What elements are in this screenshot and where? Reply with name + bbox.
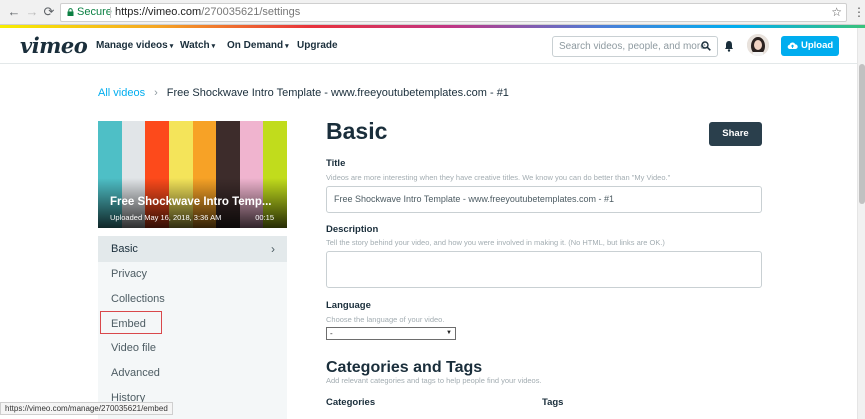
breadcrumb: All videos › Free Shockwave Intro Template… <box>98 87 509 99</box>
categories-help: Add relevant categories and tags to help… <box>326 376 542 385</box>
video-duration: 00:15 <box>255 213 274 222</box>
menu-item-collections[interactable]: Collections <box>98 286 287 312</box>
tags-label: Tags <box>542 397 564 408</box>
nav-upgrade[interactable]: Upgrade <box>297 40 338 51</box>
nav-on-demand[interactable]: On Demand ▾ <box>227 40 289 51</box>
browser-menu-icon[interactable]: ⋮ <box>853 5 865 19</box>
nav-manage-videos[interactable]: Manage videos ▾ <box>96 40 173 51</box>
bookmark-star-icon[interactable]: ☆ <box>831 4 842 21</box>
vimeo-logo[interactable]: vimeo <box>20 33 88 58</box>
search-icon[interactable] <box>701 41 711 51</box>
address-bar[interactable]: Secure https://vimeo.com/270035621/setti… <box>60 3 847 22</box>
nav-label: Watch <box>180 40 210 51</box>
site-header: vimeo Manage videos ▾ Watch ▾ On Demand ▾ U… <box>0 28 865 64</box>
url-host: https://vimeo.com <box>115 6 202 18</box>
embed-highlight-box <box>100 311 162 334</box>
language-select[interactable]: - ▼ <box>326 327 456 340</box>
language-label: Language <box>326 300 371 311</box>
title-help: Videos are more interesting when they ha… <box>326 173 671 182</box>
video-thumbnail[interactable]: Free Shockwave Intro Temp... Uploaded Ma… <box>98 121 287 228</box>
upload-label: Upload <box>801 40 834 51</box>
language-help: Choose the language of your video. <box>326 315 445 324</box>
avatar-image <box>747 34 769 56</box>
browser-toolbar: ← → ⟳ Secure https://vimeo.com/270035621… <box>0 0 865 25</box>
nav-label: Manage videos <box>96 40 168 51</box>
upload-date: Uploaded May 16, 2018, 3:36 AM <box>110 213 222 222</box>
back-arrow-icon[interactable]: ← <box>7 5 21 19</box>
upload-button[interactable]: Upload <box>781 36 839 56</box>
forward-arrow-icon[interactable]: → <box>25 5 39 19</box>
dropdown-arrow-icon: ▼ <box>446 330 452 336</box>
breadcrumb-separator: › <box>154 87 158 99</box>
upload-cloud-icon <box>787 42 798 50</box>
chevron-right-icon: › <box>271 242 275 256</box>
secure-label: Secure <box>77 6 112 18</box>
status-bar-url: https://vimeo.com/manage/270035621/embed <box>0 402 173 415</box>
title-input[interactable]: Free Shockwave Intro Template - www.free… <box>326 186 762 213</box>
description-textarea[interactable] <box>326 251 762 288</box>
lock-icon <box>67 8 74 16</box>
menu-item-label: Basic <box>111 243 138 255</box>
nav-watch[interactable]: Watch ▾ <box>180 40 215 51</box>
menu-item-video-file[interactable]: Video file <box>98 335 287 361</box>
page-title: Basic <box>326 118 388 144</box>
chevron-down-icon: ▾ <box>285 43 289 50</box>
search-placeholder: Search videos, people, and more <box>559 41 706 52</box>
url-text[interactable]: https://vimeo.com/270035621/settings <box>115 4 300 21</box>
search-input[interactable]: Search videos, people, and more <box>552 36 718 57</box>
video-title: Free Shockwave Intro Temp... <box>110 196 272 208</box>
url-divider <box>110 7 111 18</box>
page-scrollbar[interactable] <box>857 28 865 419</box>
scrollbar-thumb[interactable] <box>859 64 865 204</box>
chevron-down-icon: ▾ <box>211 43 216 50</box>
menu-item-advanced[interactable]: Advanced <box>98 360 287 386</box>
reload-icon[interactable]: ⟳ <box>42 5 56 19</box>
share-button[interactable]: Share <box>709 122 762 146</box>
language-value: - <box>330 329 333 338</box>
breadcrumb-all-videos[interactable]: All videos <box>98 87 145 99</box>
breadcrumb-current: Free Shockwave Intro Template - www.free… <box>166 87 509 99</box>
description-label: Description <box>326 224 379 235</box>
categories-label: Categories <box>326 397 376 408</box>
categories-heading: Categories and Tags <box>326 359 483 376</box>
avatar[interactable] <box>747 34 769 56</box>
notification-bell-icon[interactable] <box>724 40 734 52</box>
chevron-down-icon: ▾ <box>169 43 174 50</box>
url-path: /270035621/settings <box>201 6 301 18</box>
menu-item-privacy[interactable]: Privacy <box>98 261 287 287</box>
nav-label: On Demand <box>227 40 284 51</box>
menu-item-basic[interactable]: Basic › <box>98 236 287 262</box>
description-help: Tell the story behind your video, and ho… <box>326 238 665 247</box>
title-label: Title <box>326 158 346 169</box>
